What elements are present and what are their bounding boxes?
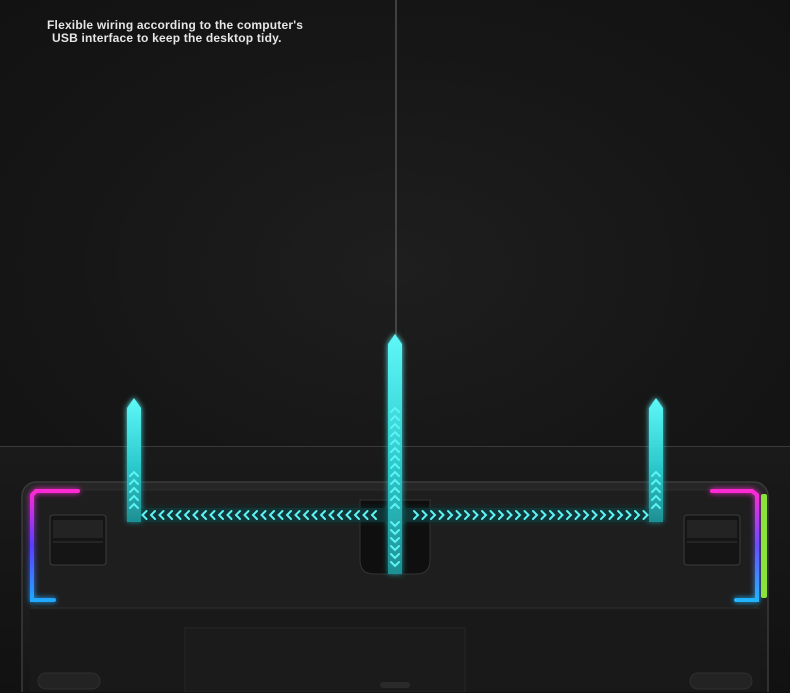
green-side-light [761, 494, 767, 598]
product-illustration: Flexible wiring according to the compute… [0, 0, 790, 693]
left-foot [49, 514, 107, 566]
right-foot [683, 514, 741, 566]
keyboard-illustration [21, 0, 769, 692]
